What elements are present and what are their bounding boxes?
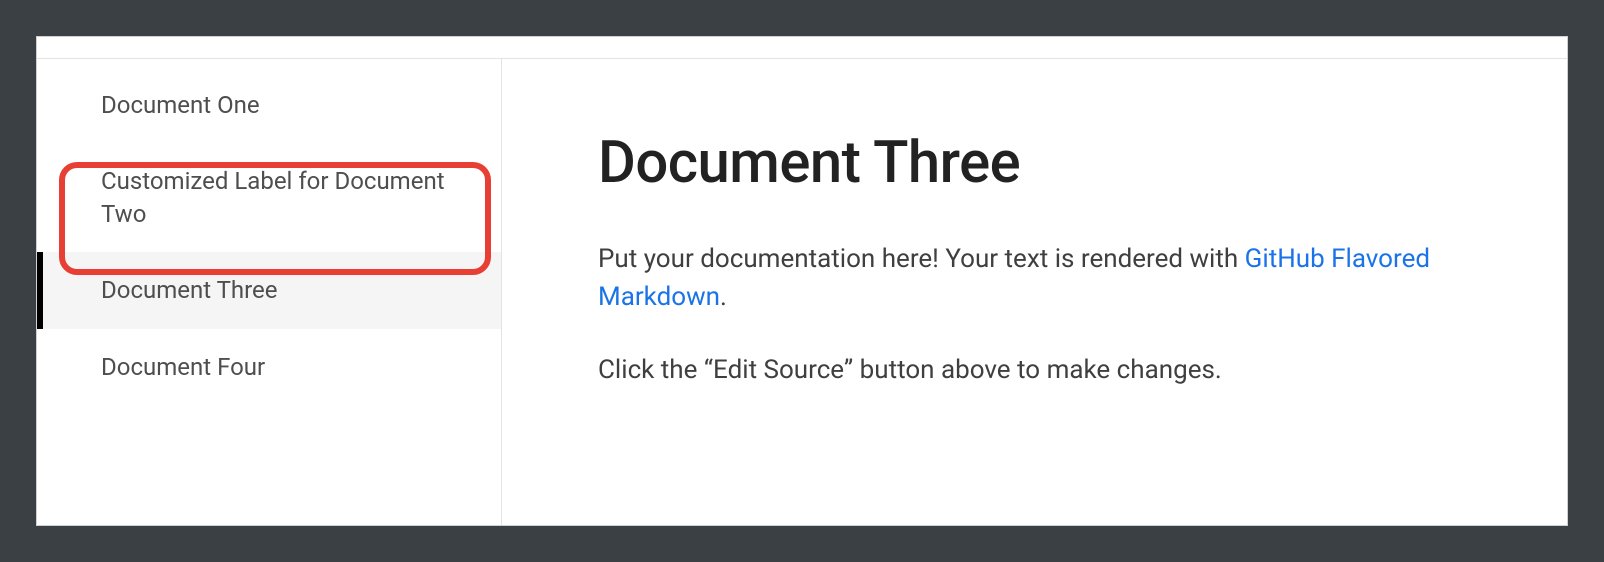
sidebar-item-label: Document Four [101,353,265,381]
sidebar-item-label: Document Three [101,276,278,304]
page-title: Document Three [598,129,1471,197]
app-window: Document One Customized Label for Docume… [36,36,1568,526]
sidebar-item-doc-four[interactable]: Document Four [37,329,501,405]
sidebar-item-doc-three[interactable]: Document Three [37,252,501,328]
content-paragraph-1: Put your documentation here! Your text i… [598,241,1471,316]
content-pane: Document Three Put your documentation he… [502,59,1567,525]
sidebar-item-doc-one[interactable]: Document One [37,67,501,143]
app-body: Document One Customized Label for Docume… [37,59,1567,525]
sidebar-item-label: Document One [101,91,260,119]
top-bar [37,37,1567,59]
sidebar-item-doc-two[interactable]: Customized Label for Document Two [37,143,501,252]
paragraph-text: . [720,282,727,312]
paragraph-text: Put your documentation here! Your text i… [598,244,1245,274]
sidebar: Document One Customized Label for Docume… [37,59,502,525]
sidebar-item-label: Customized Label for Document Two [101,167,445,227]
content-paragraph-2: Click the “Edit Source” button above to … [598,352,1471,390]
